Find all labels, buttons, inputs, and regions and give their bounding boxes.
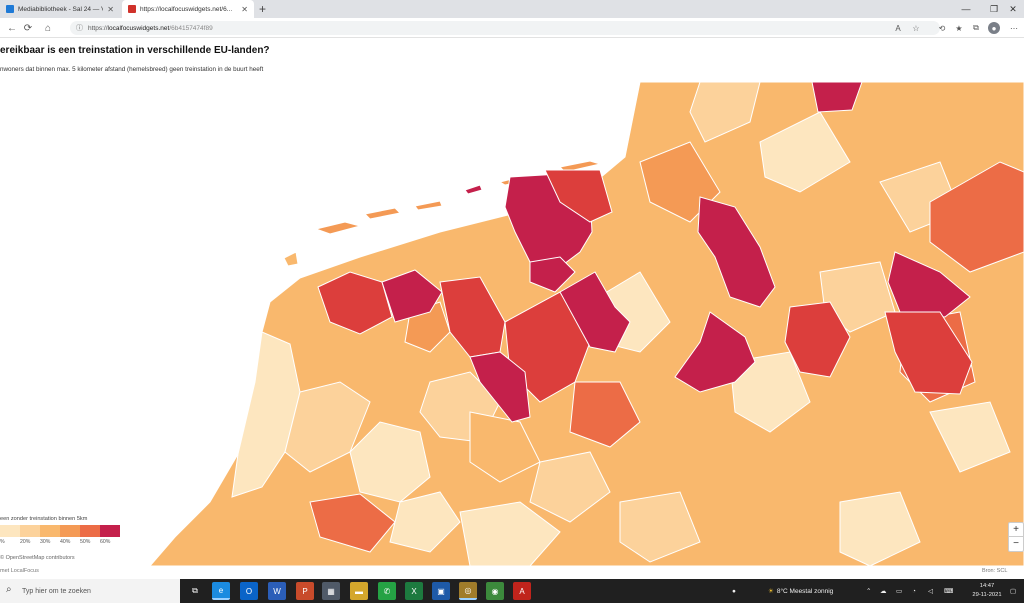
outlook-app-icon[interactable]: O [240,582,258,600]
legend-swatch [80,525,100,537]
show-hidden-icons[interactable]: ⌃ [866,579,871,603]
add-favorite-icon[interactable]: ☆ [910,22,922,34]
choropleth-map[interactable] [0,82,1024,566]
whatsapp-app-icon[interactable]: ✆ [378,582,396,600]
home-button[interactable]: ⌂ [40,20,56,36]
legend-color-scale [0,525,120,537]
search-placeholder: Typ hier om te zoeken [22,587,91,595]
legend-tick: 60% [100,539,111,545]
reload-button[interactable]: ⟳ [20,20,36,36]
legend-swatch [20,525,40,537]
localfocus-favicon [128,5,136,13]
taskbar-clock[interactable]: 14:47 29-11-2021 [968,582,1006,600]
battery-icon[interactable]: ▭ [896,579,902,603]
legend-swatch [100,525,120,537]
legend-swatch [40,525,60,537]
browser-tab-strip: Mediabibliotheek - Sal 24 — Vi... ✕ http… [0,0,1024,18]
close-tab-icon[interactable]: ✕ [107,5,114,14]
map-region[interactable] [314,221,362,235]
refresh-icon[interactable]: ⟲ [936,22,948,34]
capture-app-icon[interactable]: ◎ [459,582,477,600]
excel-app-icon[interactable]: X [405,582,423,600]
language-icon[interactable]: ⌨ [944,579,953,603]
weather-text: 8°C Meestal zonnig [776,587,834,595]
close-tab-icon[interactable]: ✕ [241,5,248,14]
favorites-icon[interactable]: ★ [953,22,965,34]
legend-title: een zonder treinstation binnen 5km [0,516,88,522]
page-title: ereikbaar is een treinstation in verschi… [0,45,270,56]
read-aloud-icon[interactable]: A [892,22,904,34]
notifications-icon[interactable]: ▢ [1010,579,1016,603]
browser-toolbar: ← ⟳ ⌂ ⓘ https:// localfocuswidgets.net /… [0,18,1024,38]
tab-label: Mediabibliotheek - Sal 24 — Vi... [18,5,104,13]
task-view-icon[interactable]: ⧉ [186,582,204,600]
media-library-favicon [6,5,14,13]
profile-icon[interactable]: ● [988,22,1000,34]
tab-label: https://localfocuswidgets.net/6... [140,5,233,13]
map-attribution[interactable]: © OpenStreetMap contributors [0,555,75,561]
new-tab-button[interactable]: + [259,2,266,16]
map-region[interactable] [363,207,402,220]
taskbar-search-box[interactable]: ⌕ Typ hier om te zoeken [0,579,180,603]
collections-icon[interactable]: ⧉ [970,22,982,34]
powerpoint-app-icon[interactable]: P [296,582,314,600]
photos-app-icon[interactable]: ▣ [432,582,450,600]
map-region[interactable] [283,251,299,267]
clock-date: 29-11-2021 [972,592,1002,598]
windows-taskbar: ⌕ Typ hier om te zoeken ⧉ e O W P ▦ ▬ ✆ … [0,579,1024,603]
map-region[interactable] [414,200,443,211]
onedrive-icon[interactable]: ☁ [880,579,887,603]
weather-icon: ☀ [768,588,774,595]
store-app-icon[interactable]: ▦ [322,582,340,600]
word-app-icon[interactable]: W [268,582,286,600]
teams-tray-icon[interactable]: ● [732,579,736,603]
legend-tick: 40% [60,539,71,545]
network-icon[interactable]: ◔ [912,579,916,603]
legend-tick: 20% [20,539,31,545]
map-region[interactable] [464,184,483,195]
address-bar[interactable]: ⓘ https:// localfocuswidgets.net /6b4157… [70,21,940,35]
chrome-app-icon[interactable]: ◉ [486,582,504,600]
legend-tick: % [0,539,5,545]
clock-time: 14:47 [979,583,995,589]
browser-tab-media-library[interactable]: Mediabibliotheek - Sal 24 — Vi... ✕ [0,0,120,18]
url-host: localfocuswidgets.net [107,24,170,32]
search-icon: ⌕ [6,584,12,595]
legend-tick: 30% [40,539,51,545]
legend-swatch [0,525,20,537]
browser-tab-localfocus[interactable]: https://localfocuswidgets.net/6... ✕ [122,0,254,18]
legend-swatch [60,525,80,537]
more-icon[interactable]: ⋯ [1008,22,1020,34]
map-svg[interactable] [0,82,1024,566]
weather-widget[interactable]: ☀ 8°C Meestal zonnig [768,579,833,603]
zoom-in-button[interactable]: + [1009,523,1023,537]
zoom-out-button[interactable]: − [1009,537,1023,551]
url-path: /6b4157474f89 [169,24,213,32]
legend-ticks: % 20% 30% 40% 50% 60% [0,539,120,545]
acrobat-app-icon[interactable]: A [513,582,531,600]
volume-icon[interactable]: ◁ [928,579,933,603]
source-label: Bron: SCL [982,568,1008,574]
minimize-button[interactable]: — [952,0,980,18]
site-info-icon[interactable]: ⓘ [76,23,83,33]
explorer-app-icon[interactable]: ▬ [350,582,368,600]
legend-tick: 50% [80,539,91,545]
close-window-button[interactable]: ✕ [999,0,1024,18]
back-button[interactable]: ← [4,20,20,36]
url-scheme: https:// [88,24,108,32]
map-zoom-control: + − [1008,522,1024,552]
edge-app-icon[interactable]: e [212,582,230,600]
localfocus-credit[interactable]: met LocalFocus [0,568,39,574]
page-subtitle: nwoners dat binnen max. 5 kilometer afst… [0,66,264,73]
